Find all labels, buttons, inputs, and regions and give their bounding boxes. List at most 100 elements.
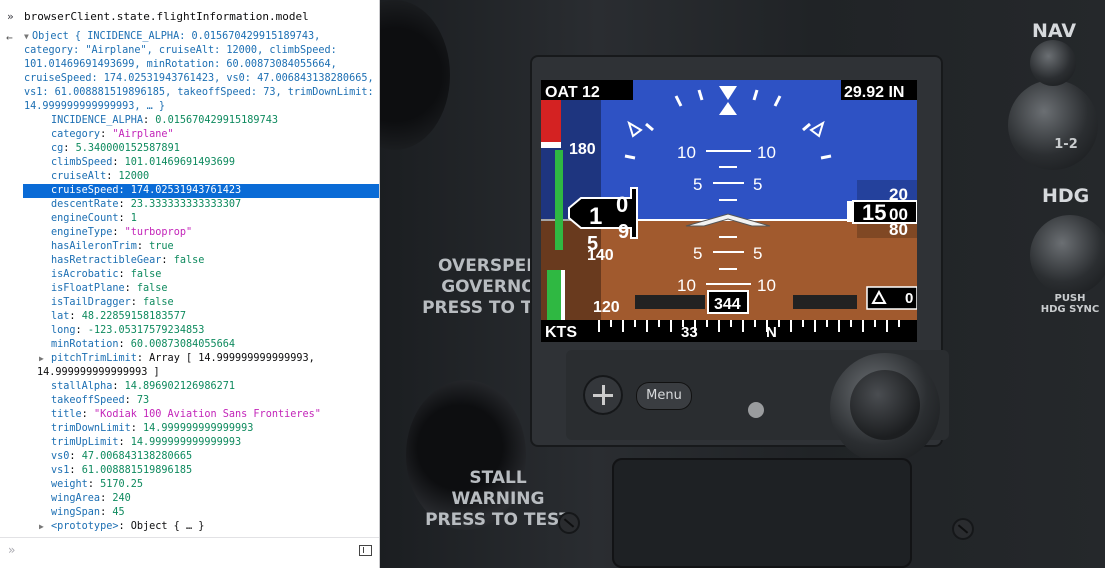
property-row[interactable]: INCIDENCE_ALPHA: 0.015670429915189743 bbox=[0, 114, 379, 128]
speed-red-band bbox=[541, 100, 561, 142]
property-key: minRotation bbox=[51, 339, 119, 350]
nav-bar-left bbox=[635, 295, 705, 309]
property-value: 47.006843138280665 bbox=[81, 451, 193, 462]
sidebar-toggle-icon[interactable] bbox=[359, 545, 372, 556]
property-row[interactable]: engineCount: 1 bbox=[0, 212, 379, 226]
property-row[interactable]: isTailDragger: false bbox=[0, 296, 379, 310]
heading-33: 33 bbox=[681, 324, 698, 341]
property-key: trimUpLimit bbox=[51, 437, 119, 448]
property-row[interactable]: cruiseSpeed: 174.02531943761423 bbox=[23, 184, 379, 198]
pitch-label-5-low-left: 5 bbox=[693, 244, 702, 263]
property-row[interactable]: lat: 48.22859158183577 bbox=[0, 310, 379, 324]
property-value: true bbox=[149, 241, 174, 252]
pitch-label-10-left: 10 bbox=[677, 143, 696, 162]
property-row[interactable]: trimDownLimit: 14.999999999999993 bbox=[0, 422, 379, 436]
hdg-knob[interactable] bbox=[1030, 215, 1105, 295]
property-key: hasAileronTrim bbox=[51, 241, 137, 252]
property-row[interactable]: trimUpLimit: 14.999999999999993 bbox=[0, 436, 379, 450]
property-key: isAcrobatic bbox=[51, 269, 119, 280]
property-key: engineCount bbox=[51, 213, 119, 224]
property-key: pitchTrimLimit bbox=[51, 353, 137, 364]
property-value: false bbox=[136, 283, 168, 294]
property-key: hasRetractibleGear bbox=[51, 255, 162, 266]
nav-knob[interactable] bbox=[1008, 80, 1098, 170]
result-arrow-icon: ← bbox=[6, 31, 13, 44]
pitch-label-10-low-right: 10 bbox=[757, 276, 776, 295]
property-row[interactable]: isFloatPlane: false bbox=[0, 282, 379, 296]
property-row[interactable]: stallAlpha: 14.896902126986271 bbox=[0, 380, 379, 394]
property-value: false bbox=[130, 269, 162, 280]
property-row[interactable]: weight: 5170.25 bbox=[0, 478, 379, 492]
property-value: 12000 bbox=[118, 171, 150, 182]
property-row[interactable]: vs0: 47.006843138280665 bbox=[0, 450, 379, 464]
twisty-down-icon[interactable]: ▼ bbox=[24, 30, 32, 44]
pfd-knob-inner[interactable] bbox=[850, 370, 920, 440]
property-row[interactable]: 14.999999999999993 ] bbox=[0, 366, 379, 380]
property-row[interactable]: descentRate: 23.333333333333307 bbox=[0, 198, 379, 212]
speed-180: 180 bbox=[569, 141, 596, 158]
property-key: descentRate bbox=[51, 199, 119, 210]
property-row[interactable]: engineType: "turboprop" bbox=[0, 226, 379, 240]
speed-partial-digit: 5 bbox=[587, 233, 598, 255]
console-command-row[interactable]: » browserClient.state.flightInformation.… bbox=[0, 0, 379, 30]
property-row[interactable]: takeoffSpeed: 73 bbox=[0, 394, 379, 408]
heading-n: N bbox=[766, 324, 777, 341]
property-row[interactable]: hasRetractibleGear: false bbox=[0, 254, 379, 268]
property-value: 45 bbox=[112, 507, 125, 518]
property-key: lat bbox=[51, 311, 70, 322]
property-value: 0.015670429915189743 bbox=[155, 115, 278, 126]
speed-readout-hi: 0 bbox=[616, 192, 628, 217]
property-key: trimDownLimit bbox=[51, 423, 131, 434]
twisty-right-icon[interactable]: ▶ bbox=[39, 520, 47, 534]
crosshair-button[interactable] bbox=[583, 375, 623, 415]
property-value: Array [ 14.999999999999993, bbox=[149, 353, 315, 364]
property-row[interactable]: climbSpeed: 101.01469691493699 bbox=[0, 156, 379, 170]
property-row[interactable]: category: "Airplane" bbox=[0, 128, 379, 142]
property-value: 5170.25 bbox=[100, 479, 144, 490]
console-input-row[interactable]: » bbox=[0, 537, 379, 568]
property-value: 1 bbox=[130, 213, 137, 224]
property-key: vs0 bbox=[51, 451, 70, 462]
property-value: 5.340000152587891 bbox=[75, 143, 180, 154]
command-text[interactable]: browserClient.state.flightInformation.mo… bbox=[24, 10, 309, 24]
object-summary-line: cruiseSpeed: 174.02531943761423, vs0: 47… bbox=[24, 72, 379, 86]
object-summary[interactable]: ▼ Object { INCIDENCE_ALPHA: 0.01567042991… bbox=[24, 30, 379, 44]
pitch-label-10-right: 10 bbox=[757, 143, 776, 162]
property-value: 174.02531943761423 bbox=[130, 185, 242, 196]
property-value: 48.22859158183577 bbox=[81, 311, 186, 322]
property-key: engineType bbox=[51, 227, 113, 238]
property-row[interactable]: ▶ pitchTrimLimit: Array [ 14.999999999999… bbox=[0, 352, 379, 366]
kts-label: KTS bbox=[545, 324, 577, 341]
speed-white-band bbox=[541, 142, 561, 148]
object-summary-line: 14.999999999999993, … } bbox=[24, 100, 379, 114]
property-row[interactable]: hasAileronTrim: true bbox=[0, 240, 379, 254]
property-value: 60.00873084055664 bbox=[130, 339, 236, 350]
property-key: INCIDENCE_ALPHA bbox=[51, 115, 144, 126]
property-row[interactable]: minRotation: 60.00873084055664 bbox=[0, 338, 379, 352]
property-row[interactable]: long: -123.05317579234853 bbox=[0, 324, 379, 338]
property-row[interactable]: isAcrobatic: false bbox=[0, 268, 379, 282]
property-key: weight bbox=[51, 479, 88, 490]
property-key: takeoffSpeed bbox=[51, 395, 125, 406]
speed-120: 120 bbox=[593, 299, 620, 316]
menu-button[interactable]: Menu bbox=[636, 382, 692, 410]
property-key: stallAlpha bbox=[51, 381, 113, 392]
property-row[interactable]: cg: 5.340000152587891 bbox=[0, 142, 379, 156]
speed-green-band bbox=[555, 150, 563, 250]
property-row[interactable]: wingSpan: 45 bbox=[0, 506, 379, 520]
property-value: -123.05317579234853 bbox=[87, 325, 205, 336]
oat-label: OAT 12 bbox=[545, 84, 600, 101]
pitch-label-5-left: 5 bbox=[693, 175, 702, 194]
property-row[interactable]: vs1: 61.008881519896185 bbox=[0, 464, 379, 478]
property-key: isTailDragger bbox=[51, 297, 131, 308]
property-row[interactable]: cruiseAlt: 12000 bbox=[0, 170, 379, 184]
property-row[interactable]: wingArea: 240 bbox=[0, 492, 379, 506]
twisty-right-icon[interactable]: ▶ bbox=[39, 352, 47, 366]
property-row[interactable]: ▶ <prototype>: Object { … } bbox=[0, 520, 379, 534]
stall-warning-label: STALL WARNING PRESS TO TEST bbox=[425, 468, 571, 530]
pitch-label-5-low-right: 5 bbox=[753, 244, 762, 263]
property-value: Object { … } bbox=[130, 521, 205, 532]
property-row[interactable]: title: "Kodiak 100 Aviation Sans Frontie… bbox=[0, 408, 379, 422]
nav-knob-top[interactable] bbox=[1030, 40, 1076, 86]
property-value: 73 bbox=[136, 395, 150, 406]
